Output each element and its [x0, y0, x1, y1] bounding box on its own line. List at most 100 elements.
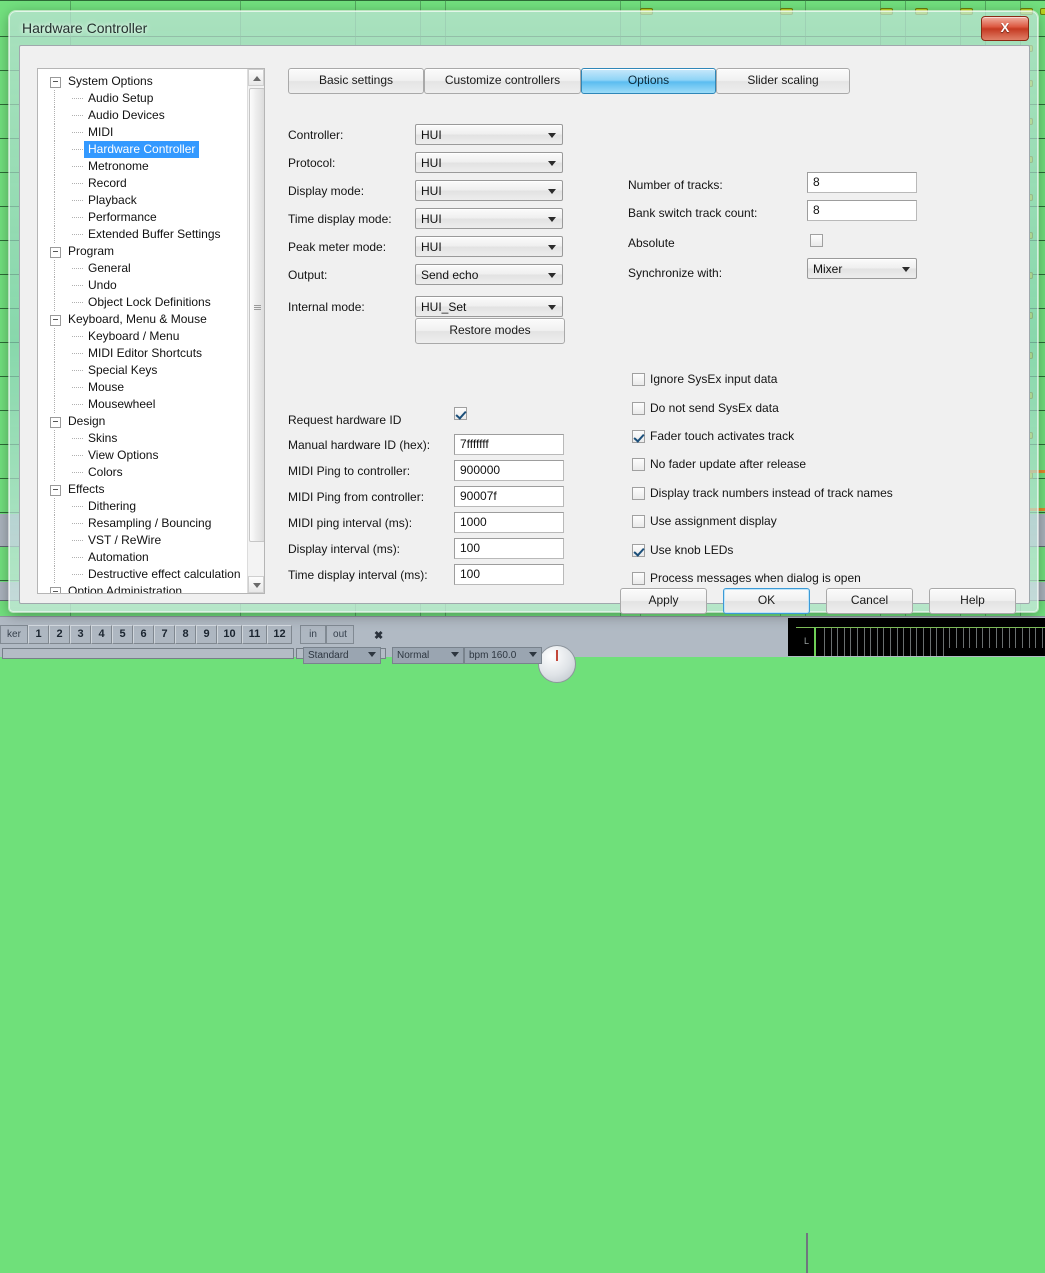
fader-touch-activates-track-label[interactable]: Fader touch activates track: [650, 429, 794, 443]
tree-item-performance[interactable]: Performance: [38, 209, 244, 226]
tree-item-skins[interactable]: Skins: [38, 430, 244, 447]
ok-button[interactable]: OK: [723, 588, 810, 614]
internal-mode-combo[interactable]: HUI_Set: [415, 296, 563, 317]
use-assignment-display-label[interactable]: Use assignment display: [650, 514, 777, 528]
tree-expander-icon[interactable]: [50, 587, 61, 593]
dialog-titlebar[interactable]: Hardware Controller X: [10, 12, 1037, 46]
tree-item-mouse[interactable]: Mouse: [38, 379, 244, 396]
tree-item-design[interactable]: Design: [38, 413, 244, 430]
tree-item-option-administration[interactable]: Option Administration: [38, 583, 244, 593]
tree-expander-icon[interactable]: [50, 77, 61, 88]
use-assignment-display-checkbox[interactable]: [632, 515, 645, 528]
protocol-combo[interactable]: HUI: [415, 152, 563, 173]
tree-item-playback[interactable]: Playback: [38, 192, 244, 209]
tree-item-system-options[interactable]: System Options: [38, 73, 244, 90]
tree-expander-icon[interactable]: [50, 315, 61, 326]
track-button-2[interactable]: 2: [49, 625, 70, 644]
help-button[interactable]: Help: [929, 588, 1016, 614]
absolute-checkbox[interactable]: [810, 234, 823, 247]
scrollbar-thumb[interactable]: [249, 88, 264, 542]
request-hardware-id-checkbox[interactable]: [454, 407, 467, 420]
track-button-6[interactable]: 6: [133, 625, 154, 644]
tree-item-view-options[interactable]: View Options: [38, 447, 244, 464]
tree-item-midi[interactable]: MIDI: [38, 124, 244, 141]
tree-item-automation[interactable]: Automation: [38, 549, 244, 566]
track-button-7[interactable]: 7: [154, 625, 175, 644]
ignore-sysex-input-data-label[interactable]: Ignore SysEx input data: [650, 372, 777, 386]
tree-item-special-keys[interactable]: Special Keys: [38, 362, 244, 379]
tree-item-keyboard-menu[interactable]: Keyboard / Menu: [38, 328, 244, 345]
tree-item-colors[interactable]: Colors: [38, 464, 244, 481]
bank-switch-track-count-input[interactable]: 8: [807, 200, 917, 221]
tab-customize-controllers[interactable]: Customize controllers: [424, 68, 581, 94]
synchronize-with-combo[interactable]: Mixer: [807, 258, 917, 279]
track-button-11[interactable]: 11: [242, 625, 267, 644]
time-display-mode-combo[interactable]: HUI: [415, 208, 563, 229]
tree-item-metronome[interactable]: Metronome: [38, 158, 244, 175]
manual-hardware-id-hex-input[interactable]: 7fffffff: [454, 434, 564, 455]
track-button-4[interactable]: 4: [91, 625, 112, 644]
tab-slider-scaling[interactable]: Slider scaling: [716, 68, 850, 94]
midi-ping-from-controller-input[interactable]: 90007f: [454, 486, 564, 507]
tree-item-keyboard-menu-mouse[interactable]: Keyboard, Menu & Mouse: [38, 311, 244, 328]
tab-options[interactable]: Options: [581, 68, 716, 94]
do-not-send-sysex-data-label[interactable]: Do not send SysEx data: [650, 401, 779, 415]
settings-tree[interactable]: System Options Audio Setup Audio Devices MI…: [37, 68, 265, 594]
track-button-8[interactable]: 8: [175, 625, 196, 644]
no-fader-update-after-release-checkbox[interactable]: [632, 458, 645, 471]
ignore-sysex-input-data-checkbox[interactable]: [632, 373, 645, 386]
display-interval-ms-input[interactable]: 100: [454, 538, 564, 559]
apply-button[interactable]: Apply: [620, 588, 707, 614]
scroll-down-icon[interactable]: [248, 576, 264, 593]
tree-item-audio-setup[interactable]: Audio Setup: [38, 90, 244, 107]
tree-item-resampling-bouncing[interactable]: Resampling / Bouncing: [38, 515, 244, 532]
transport-knob[interactable]: [538, 645, 576, 683]
number-of-tracks-input[interactable]: 8: [807, 172, 917, 193]
tree-item-undo[interactable]: Undo: [38, 277, 244, 294]
process-messages-when-dialog-is-open-label[interactable]: Process messages when dialog is open: [650, 571, 861, 585]
tree-item-general[interactable]: General: [38, 260, 244, 277]
track-button-10[interactable]: 10: [217, 625, 242, 644]
time-display-interval-ms-input[interactable]: 100: [454, 564, 564, 585]
peak-meter-mode-combo[interactable]: HUI: [415, 236, 563, 257]
display-mode-combo[interactable]: HUI: [415, 180, 563, 201]
scroll-up-icon[interactable]: [248, 69, 264, 86]
restore-modes-button[interactable]: Restore modes: [415, 318, 565, 344]
process-messages-when-dialog-is-open-checkbox[interactable]: [632, 572, 645, 585]
close-icon[interactable]: ✖: [374, 629, 383, 642]
tree-item-effects[interactable]: Effects: [38, 481, 244, 498]
use-knob-leds-label[interactable]: Use knob LEDs: [650, 543, 733, 557]
track-button-9[interactable]: 9: [196, 625, 217, 644]
use-knob-leds-checkbox[interactable]: [632, 544, 645, 557]
display-track-numbers-instead-of-track-names-label[interactable]: Display track numbers instead of track n…: [650, 486, 893, 500]
track-button-12[interactable]: 12: [267, 625, 292, 644]
tree-item-dithering[interactable]: Dithering: [38, 498, 244, 515]
midi-ping-interval-ms-input[interactable]: 1000: [454, 512, 564, 533]
tree-expander-icon[interactable]: [50, 485, 61, 496]
fader-touch-activates-track-checkbox[interactable]: [632, 430, 645, 443]
tree-expander-icon[interactable]: [50, 417, 61, 428]
track-button-5[interactable]: 5: [112, 625, 133, 644]
tab-basic-settings[interactable]: Basic settings: [288, 68, 424, 94]
tree-item-hardware-controller[interactable]: Hardware Controller: [38, 141, 244, 158]
display-track-numbers-instead-of-track-names-checkbox[interactable]: [632, 487, 645, 500]
in-label[interactable]: in: [300, 625, 326, 644]
do-not-send-sysex-data-checkbox[interactable]: [632, 402, 645, 415]
no-fader-update-after-release-label[interactable]: No fader update after release: [650, 457, 806, 471]
tree-item-program[interactable]: Program: [38, 243, 244, 260]
output-combo[interactable]: Send echo: [415, 264, 563, 285]
tree-item-vst-rewire[interactable]: VST / ReWire: [38, 532, 244, 549]
tree-scrollbar[interactable]: [247, 69, 264, 593]
cancel-button[interactable]: Cancel: [826, 588, 913, 614]
tree-expander-icon[interactable]: [50, 247, 61, 258]
tree-item-destructive-effect-calculation[interactable]: Destructive effect calculation: [38, 566, 244, 583]
out-label[interactable]: out: [326, 625, 354, 644]
controller-combo[interactable]: HUI: [415, 124, 563, 145]
tree-item-object-lock-definitions[interactable]: Object Lock Definitions: [38, 294, 244, 311]
midi-ping-to-controller-input[interactable]: 900000: [454, 460, 564, 481]
tree-item-extended-buffer-settings[interactable]: Extended Buffer Settings: [38, 226, 244, 243]
tree-item-midi-editor-shortcuts[interactable]: MIDI Editor Shortcuts: [38, 345, 244, 362]
track-button-3[interactable]: 3: [70, 625, 91, 644]
tree-item-record[interactable]: Record: [38, 175, 244, 192]
close-icon[interactable]: X: [981, 16, 1029, 41]
